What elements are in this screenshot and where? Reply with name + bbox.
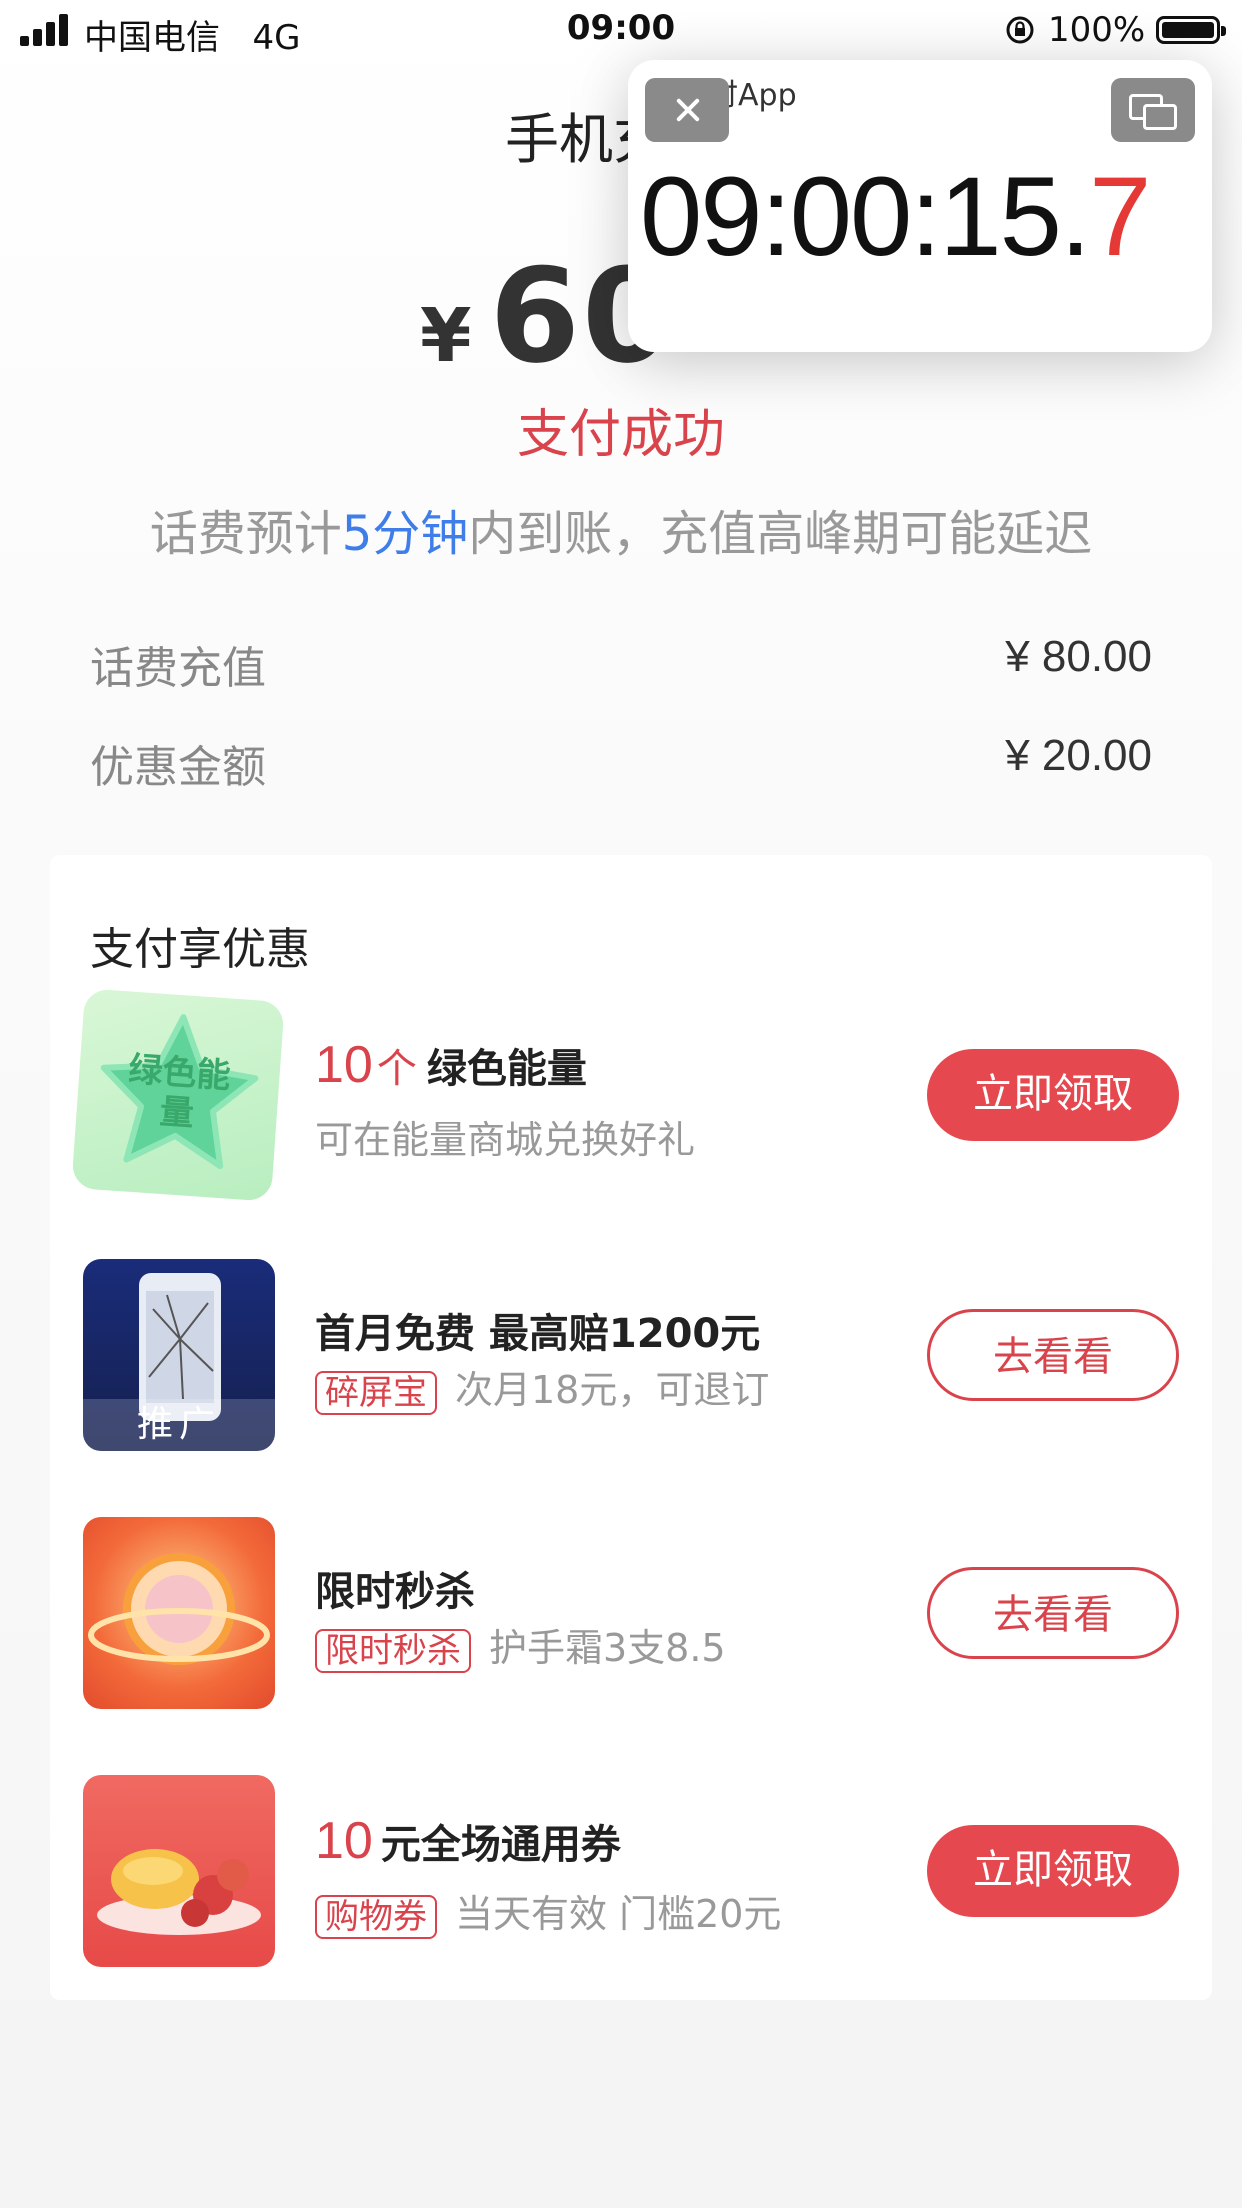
summary-label: 话费充值 xyxy=(90,643,266,694)
offer-subtitle: 限时秒杀 护手霜3支8.5 xyxy=(315,1617,726,1673)
status-bar: 中国电信 4G 09:00 100% xyxy=(0,0,1242,62)
arrival-time-highlight: 5分钟 xyxy=(341,506,469,562)
pip-timer-window[interactable]: 计时App 09:00:15.7 xyxy=(628,60,1212,352)
summary-row-discount: 优惠金额 ¥ 20.00 xyxy=(90,731,1152,795)
battery-icon xyxy=(1156,16,1226,44)
view-button[interactable]: 去看看 xyxy=(927,1567,1179,1659)
summary-value: ¥ 20.00 xyxy=(1005,731,1152,780)
offer-title: 限时秒杀 xyxy=(315,1569,475,1615)
timer-display: 09:00:15.7 xyxy=(640,154,1151,279)
offer-item-shopping-coupon[interactable]: 10 元全场通用券 购物券 当天有效 门槛20元 立即领取 xyxy=(50,1775,1212,1975)
pip-expand-icon[interactable] xyxy=(1111,78,1195,142)
offer-subtitle: 购物券 当天有效 门槛20元 xyxy=(315,1883,781,1939)
view-button[interactable]: 去看看 xyxy=(927,1309,1179,1401)
offer-title: 10 元全场通用券 xyxy=(315,1812,621,1870)
claim-now-button[interactable]: 立即领取 xyxy=(927,1049,1179,1141)
offer-tag: 限时秒杀 xyxy=(315,1628,471,1673)
promotion-label: 推广 xyxy=(83,1399,275,1451)
star-label: 绿色能量 xyxy=(127,1049,232,1135)
offer-item-green-energy[interactable]: 绿色能量 10 个绿色能量 可在能量商城兑换好礼 立即领取 xyxy=(50,988,1212,1202)
rotation-lock-icon xyxy=(1006,16,1034,44)
timer-last-digit: 7 xyxy=(1089,154,1151,279)
offer-title: 10 个绿色能量 xyxy=(315,1036,587,1094)
offer-item-screen-insurance[interactable]: 推广 首月免费 最高赔1200元 碎屏宝 次月18元，可退订 去看看 xyxy=(50,1259,1212,1459)
offer-item-flash-sale[interactable]: 限时秒杀 限时秒杀 护手霜3支8.5 去看看 xyxy=(50,1517,1212,1717)
arrival-notice: 话费预计5分钟内到账，充值高峰期可能延迟 xyxy=(149,506,1093,562)
offer-subtitle: 碎屏宝 次月18元，可退订 xyxy=(315,1359,769,1415)
summary-label: 优惠金额 xyxy=(90,742,266,793)
currency-symbol: ¥ xyxy=(420,293,472,379)
flash-sale-clock-image xyxy=(83,1517,275,1709)
summary-row-recharge: 话费充值 ¥ 80.00 xyxy=(90,632,1152,696)
offer-subtitle: 可在能量商城兑换好礼 xyxy=(315,1118,696,1162)
offers-section-title: 支付享优惠 xyxy=(90,924,310,975)
payment-status: 支付成功 xyxy=(516,405,725,465)
claim-now-button[interactable]: 立即领取 xyxy=(927,1825,1179,1917)
offer-tag: 购物券 xyxy=(315,1894,437,1939)
battery-percent: 100% xyxy=(1048,10,1146,50)
cracked-phone-image: 推广 xyxy=(83,1259,275,1451)
fruit-coupon-image xyxy=(83,1775,275,1967)
offers-card: 支付享优惠 绿色能量 10 个绿色能量 可在能量商城兑换好礼 立即领取 推广 首月… xyxy=(50,855,1212,2000)
offer-tag: 碎屏宝 xyxy=(315,1370,437,1415)
close-icon[interactable] xyxy=(645,78,729,142)
green-energy-star-image: 绿色能量 xyxy=(71,988,285,1202)
summary-value: ¥ 80.00 xyxy=(1005,632,1152,681)
offer-title: 首月免费 最高赔1200元 xyxy=(315,1311,761,1357)
